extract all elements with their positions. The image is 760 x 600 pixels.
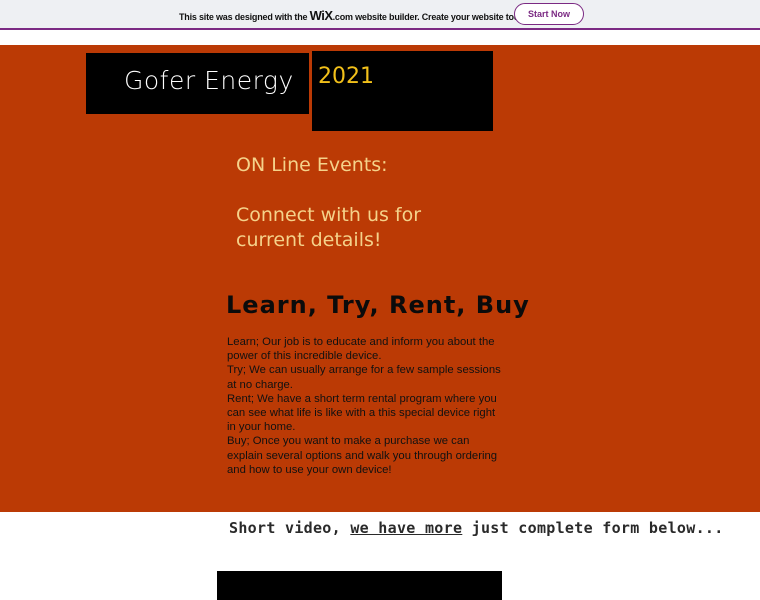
start-now-button[interactable]: Start Now	[514, 3, 584, 25]
video-player[interactable]	[217, 571, 502, 600]
year-label: 2021	[318, 64, 374, 89]
wix-banner: This site was designed with the WiX.com …	[0, 0, 760, 30]
events-connect-line: Connect with us for	[236, 204, 422, 226]
we-have-more-link[interactable]: we have more	[350, 519, 462, 537]
video-caption: Short video, we have more just complete …	[229, 517, 724, 540]
buy-paragraph: Buy; Once you want to make a purchase we…	[227, 435, 498, 476]
wix-banner-text: This site was designed with the WiX.com …	[179, 8, 531, 23]
wix-text-after: website builder. Create your website tod…	[352, 12, 531, 22]
year-box	[312, 51, 493, 131]
learn-paragraph: Learn; Our job is to educate and inform …	[227, 336, 495, 363]
online-events: ON Line Events: Connect with us for curr…	[236, 153, 421, 253]
events-details-line: current details!	[236, 229, 382, 251]
wix-text-before: This site was designed with the	[179, 12, 310, 22]
try-paragraph: Try; We can usually arrange for a few sa…	[227, 364, 501, 391]
learn-heading: Learn, Try, Rent, Buy	[226, 291, 530, 319]
events-heading: ON Line Events:	[236, 154, 388, 176]
video-caption-end: just complete form below...	[462, 519, 724, 537]
site-title: Gofer Energy	[124, 66, 294, 95]
wix-logo-suffix: .com	[332, 12, 353, 22]
rent-paragraph: Rent; We have a short term rental progra…	[227, 392, 497, 434]
wix-logo[interactable]: WiX	[310, 8, 333, 23]
video-caption-start: Short video,	[229, 519, 351, 537]
learn-body: Learn; Our job is to educate and inform …	[227, 335, 507, 477]
